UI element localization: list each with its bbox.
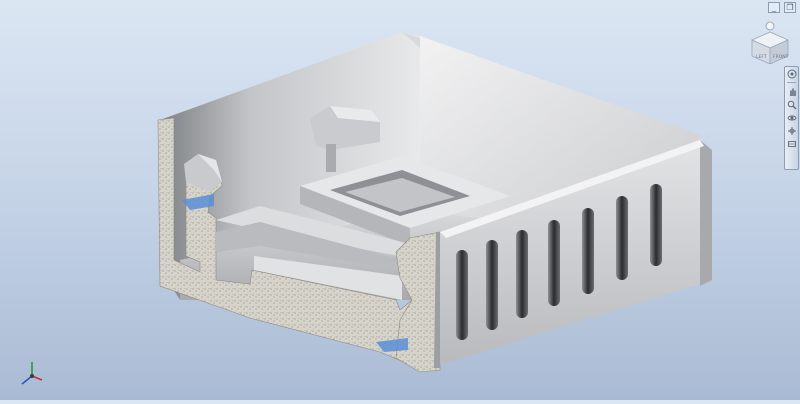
part-model[interactable] [0, 0, 800, 400]
view-face-icon[interactable] [786, 138, 797, 149]
orbit-icon[interactable] [786, 112, 797, 123]
vent-slot [548, 220, 560, 306]
navigation-bar [784, 66, 799, 170]
steering-wheel-icon[interactable] [786, 68, 797, 79]
restore-button[interactable]: ❐ [784, 2, 796, 13]
axis-triad [14, 356, 44, 388]
vent-slot [456, 250, 468, 340]
vent-slot [486, 240, 498, 330]
right-section-cut [395, 231, 441, 373]
viewcube-front-label: FRONT [773, 54, 789, 60]
pan-icon[interactable] [786, 86, 797, 97]
window-controls: _ ❐ [768, 2, 796, 13]
look-at-icon[interactable] [786, 125, 797, 136]
home-icon[interactable] [765, 21, 775, 31]
vent-slot [616, 196, 628, 280]
vent-slot [582, 208, 594, 294]
vent-slot [650, 184, 662, 266]
minimize-button[interactable]: _ [768, 2, 780, 13]
viewcube[interactable]: LEFT FRONT [748, 18, 792, 65]
3d-viewport[interactable]: _ ❐ LEFT FRONT [0, 0, 800, 400]
origin-icon [30, 374, 34, 378]
zoom-icon[interactable] [786, 99, 797, 110]
vent-slot [516, 230, 528, 318]
nav-divider [787, 82, 796, 83]
viewcube-left-label: LEFT [756, 54, 767, 60]
